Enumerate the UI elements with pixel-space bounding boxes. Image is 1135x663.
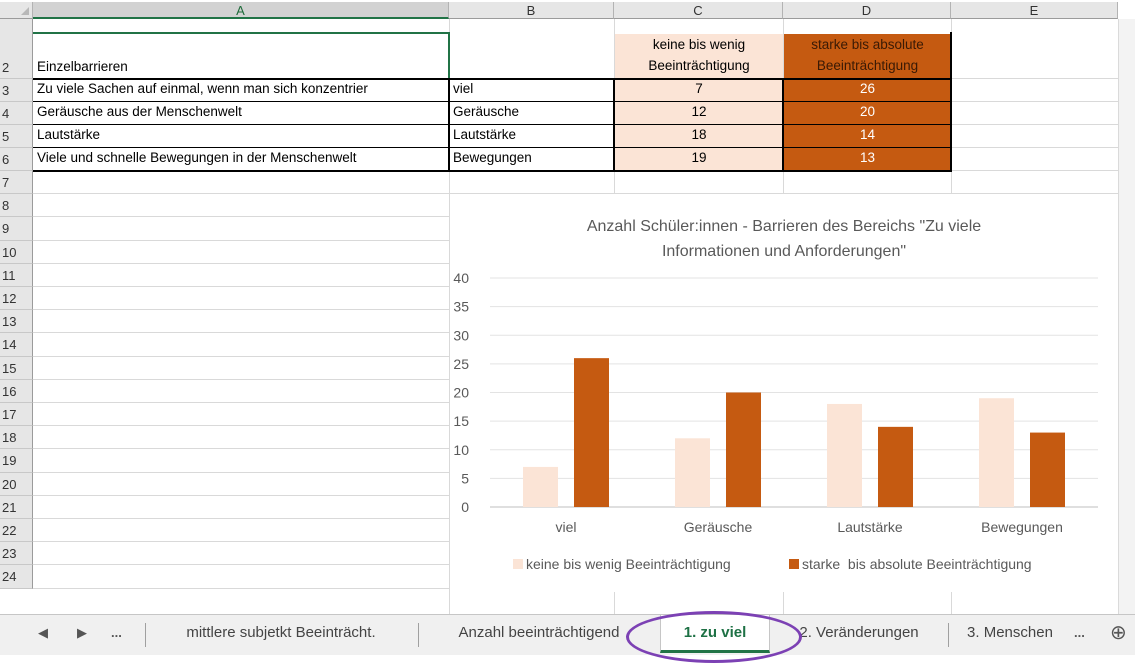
more-tabs-right-button[interactable]: ...: [1074, 615, 1085, 653]
cell-d2[interactable]: 26: [784, 79, 951, 101]
chart-x-ticks: viel Geräusche Lautstärke Bewegungen: [555, 519, 1062, 535]
chart-svg: Anzahl Schüler:innen - Barrieren des Ber…: [453, 218, 1098, 572]
y-tick-label: 40: [453, 270, 469, 286]
bar-light-geräusche: [675, 438, 710, 507]
row-header-5[interactable]: 5: [0, 125, 33, 148]
row-header-14[interactable]: 14: [0, 333, 33, 357]
vertical-scrollbar[interactable]: [1118, 19, 1135, 614]
y-tick-label: 5: [461, 470, 469, 486]
row-header-18[interactable]: 18: [0, 426, 33, 450]
chart-y-ticks: 0 5 10 15 20 25 30 35 40: [453, 270, 469, 515]
row-header-13[interactable]: 13: [0, 310, 33, 334]
cell-b3[interactable]: Geräusche: [450, 102, 614, 124]
sheet-tab-bar: ◀ ▶ ... mittlere subjetkt Beeinträcht. A…: [0, 614, 1135, 655]
cell-c2[interactable]: 7: [615, 79, 783, 101]
row-header-4[interactable]: 4: [0, 102, 33, 125]
y-tick-label: 25: [453, 356, 469, 372]
cell-c4[interactable]: 18: [615, 125, 783, 147]
row-header-22[interactable]: 22: [0, 519, 33, 543]
row-header-3[interactable]: 3: [0, 79, 33, 102]
row-header-10[interactable]: 10: [0, 240, 33, 264]
cell-c1[interactable]: keine bis wenig Beeinträchtigung: [615, 34, 783, 78]
y-tick-label: 35: [453, 299, 469, 315]
cell-c5[interactable]: 19: [615, 148, 783, 170]
row-header-24[interactable]: 24: [0, 565, 33, 589]
legend-label: keine bis wenig Beeinträchtigung: [526, 556, 731, 572]
cell-a1[interactable]: Einzelbarrieren: [34, 57, 449, 79]
bar-light-bewegungen: [979, 398, 1014, 507]
x-tick-label: Geräusche: [684, 519, 753, 535]
bar-light-viel: [523, 466, 558, 507]
tab-menschen[interactable]: 3. Menschen: [950, 615, 1070, 653]
cell-b2[interactable]: viel: [450, 79, 614, 101]
row-header-15[interactable]: 15: [0, 356, 33, 380]
row-header-9[interactable]: 9: [0, 217, 33, 241]
x-tick-label: viel: [555, 519, 576, 535]
chart-title-line1: Anzahl Schüler:innen - Barrieren des Ber…: [587, 218, 981, 235]
scroll-tabs-right-button[interactable]: ▶: [77, 615, 87, 653]
column-header-b[interactable]: B: [449, 2, 614, 19]
cell-a2[interactable]: Zu viele Sachen auf einmal, wenn man sic…: [34, 79, 449, 101]
cell-b4[interactable]: Lautstärke: [450, 125, 614, 147]
cell-c3[interactable]: 12: [615, 102, 783, 124]
add-sheet-icon[interactable]: ⊕: [1110, 615, 1127, 653]
cell-d1-line2: Beeinträchtigung: [816, 58, 919, 73]
tab-veraenderungen[interactable]: 2. Veränderungen: [771, 615, 947, 653]
row-header-19[interactable]: 19: [0, 449, 33, 473]
cell-d4[interactable]: 14: [784, 125, 951, 147]
row-header-2[interactable]: 2: [0, 56, 33, 79]
cell-a5[interactable]: Viele und schnelle Bewegungen in der Men…: [34, 148, 449, 170]
tab-anzahl[interactable]: Anzahl beeinträchtigend: [419, 615, 659, 653]
legend-swatch: [513, 559, 523, 569]
y-tick-label: 0: [461, 499, 469, 515]
cell-b5[interactable]: Bewegungen: [450, 148, 614, 170]
legend-label: starke bis absolute Beeinträchtigung: [802, 556, 1032, 572]
row-header-6[interactable]: 6: [0, 148, 33, 171]
tab-separator: [948, 623, 949, 647]
column-header-c[interactable]: C: [614, 2, 783, 19]
row-header-16[interactable]: 16: [0, 379, 33, 403]
cell-a3[interactable]: Geräusche aus der Menschenwelt: [34, 102, 449, 124]
chart-title-line2: Informationen und Anforderungen": [662, 243, 906, 260]
row-header-21[interactable]: 21: [0, 495, 33, 519]
y-tick-label: 30: [453, 327, 469, 343]
cell-d1-line1: starke bis absolute: [811, 37, 924, 52]
row-header-7[interactable]: 7: [0, 171, 33, 195]
cell-a4[interactable]: Lautstärke: [34, 125, 449, 147]
bar-chart[interactable]: Anzahl Schüler:innen - Barrieren des Ber…: [450, 194, 1118, 592]
row-header-20[interactable]: 20: [0, 472, 33, 496]
scroll-tabs-left-button[interactable]: ◀: [38, 615, 48, 653]
tab-zu-viel[interactable]: 1. zu viel: [660, 615, 770, 653]
cell-d5[interactable]: 13: [784, 148, 951, 170]
tab-mittlere[interactable]: mittlere subjetkt Beeinträcht.: [146, 615, 416, 653]
bar-dark-viel: [574, 358, 609, 507]
row-header-8[interactable]: 8: [0, 194, 33, 218]
row-header-11[interactable]: 11: [0, 263, 33, 287]
cell-c1-line1: keine bis wenig: [652, 37, 746, 52]
bar-dark-bewegungen: [1030, 432, 1065, 507]
row-header-17[interactable]: 17: [0, 403, 33, 427]
legend-swatch: [789, 559, 799, 569]
cell-d1[interactable]: starke bis absolute Beeinträchtigung: [784, 34, 951, 78]
y-tick-label: 20: [453, 385, 469, 401]
bar-light-lautstärke: [827, 403, 862, 507]
cell-d3[interactable]: 20: [784, 102, 951, 124]
column-header-d[interactable]: D: [783, 2, 951, 19]
bar-dark-lautstärke: [878, 426, 913, 507]
y-tick-label: 15: [453, 413, 469, 429]
more-tabs-left-button[interactable]: ...: [111, 615, 122, 653]
chart-bars: [523, 358, 1065, 507]
x-tick-label: Lautstärke: [837, 519, 903, 535]
bar-dark-geräusche: [726, 392, 761, 507]
row-header-12[interactable]: 12: [0, 287, 33, 311]
chart-legend: keine bis wenig Beeinträchtigung starke b…: [513, 556, 1032, 572]
column-header-a[interactable]: A: [33, 2, 449, 19]
select-all-corner[interactable]: [0, 2, 33, 19]
x-tick-label: Bewegungen: [981, 519, 1063, 535]
cell-c1-line2: Beeinträchtigung: [648, 58, 750, 73]
row-header-23[interactable]: 23: [0, 542, 33, 566]
column-header-e[interactable]: E: [951, 2, 1118, 19]
y-tick-label: 10: [453, 442, 469, 458]
